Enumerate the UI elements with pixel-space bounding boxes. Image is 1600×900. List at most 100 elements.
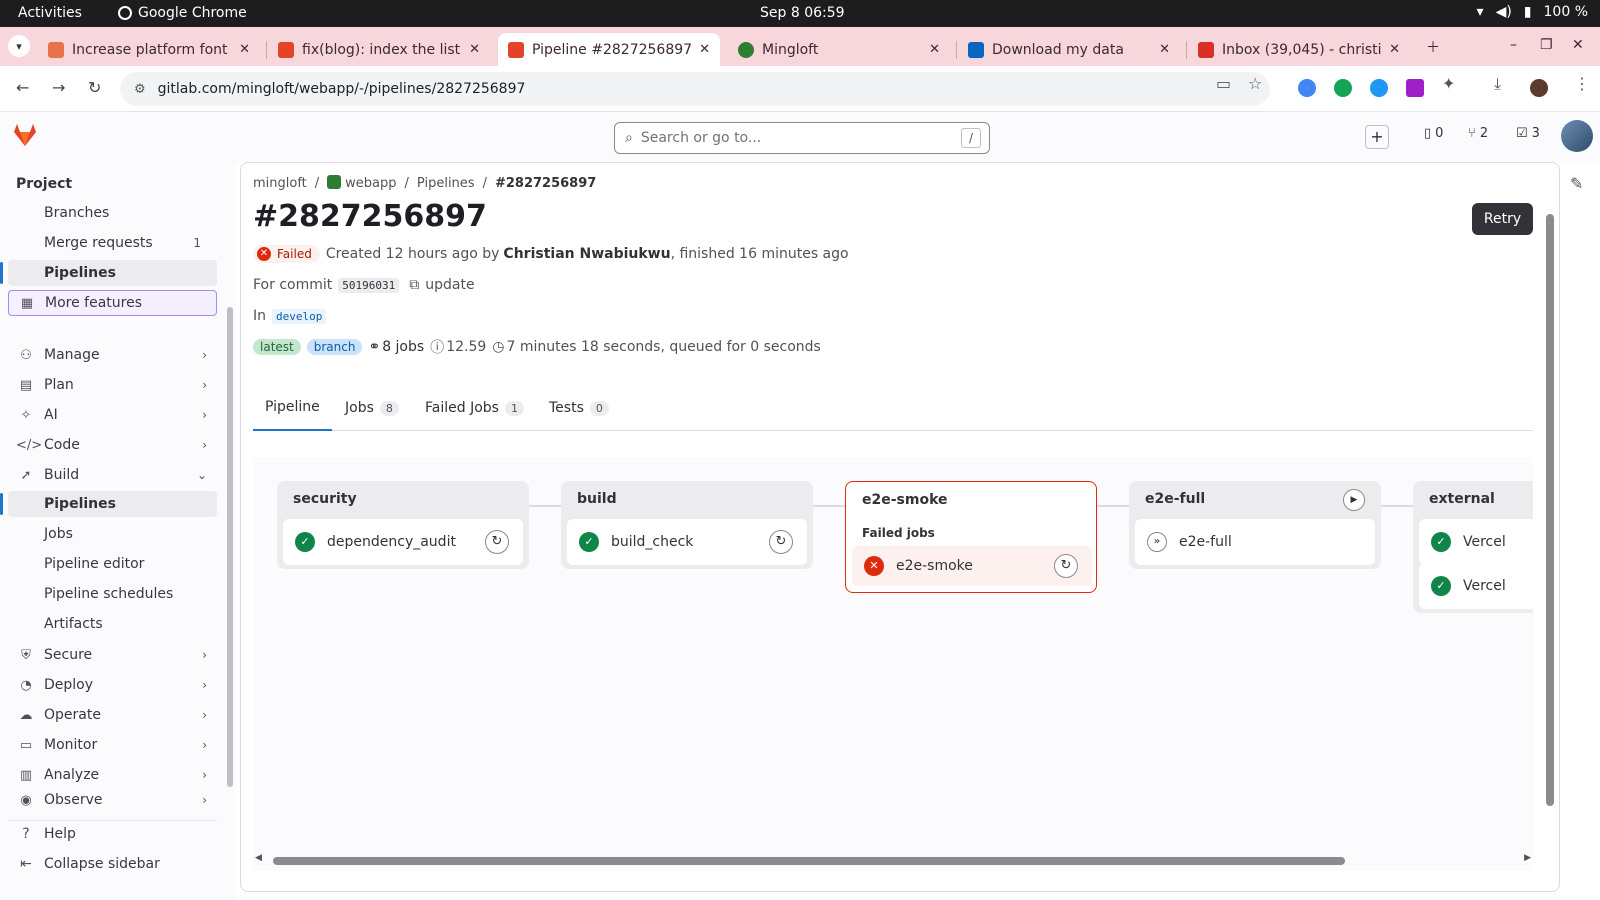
page-scrollbar-thumb[interactable] xyxy=(1546,214,1554,806)
author-link[interactable]: Christian Nwabiukwu xyxy=(503,246,670,262)
sidebar-item-pipeline-schedules[interactable]: Pipeline schedules xyxy=(8,581,217,607)
downloads-icon[interactable]: ⤓ xyxy=(1494,74,1501,94)
browser-tab[interactable]: Mingloft ✕ xyxy=(728,33,950,66)
job-vercel[interactable]: ✓ Vercel xyxy=(1419,519,1533,565)
address-bar[interactable]: ⚙ gitlab.com/mingloft/webapp/-/pipelines… xyxy=(120,72,1270,106)
grammarly-icon[interactable] xyxy=(1334,79,1352,97)
sidebar-item-manage[interactable]: ⚇ Manage › xyxy=(8,342,217,368)
sidebar-item-jobs[interactable]: Jobs xyxy=(8,521,217,547)
scroll-right-icon[interactable]: ▶ xyxy=(1524,853,1531,863)
sidebar-item-monitor[interactable]: ▭ Monitor › xyxy=(8,732,217,758)
extension-icon[interactable] xyxy=(1298,79,1316,97)
system-tray[interactable]: ▾ ◀) ▮ 100 % xyxy=(1477,4,1588,20)
job-e2e-full[interactable]: » e2e-full xyxy=(1135,519,1375,565)
scroll-left-icon[interactable]: ◀ xyxy=(255,853,262,863)
sidebar-item-code[interactable]: </> Code › xyxy=(8,432,217,458)
bookmark-star-icon[interactable]: ☆ xyxy=(1248,74,1262,93)
issues-button[interactable]: ▯ 0 xyxy=(1424,126,1443,141)
browser-tab[interactable]: fix(blog): index the listi ✕ xyxy=(268,33,490,66)
merge-requests-button[interactable]: ⑂ 2 xyxy=(1468,126,1488,141)
status-badge[interactable]: ✕ Failed xyxy=(253,245,320,263)
close-tab-icon[interactable]: ✕ xyxy=(929,42,940,57)
branch-link[interactable]: develop xyxy=(272,308,327,324)
gitlab-logo-icon[interactable] xyxy=(12,122,38,148)
minimize-icon[interactable]: – xyxy=(1510,37,1517,53)
back-icon[interactable]: ← xyxy=(16,78,29,97)
todos-button[interactable]: ☑ 3 xyxy=(1516,126,1540,141)
sidebar-item-secure[interactable]: ⛨ Secure › xyxy=(8,642,217,668)
sidebar-item-ai[interactable]: ✧ AI › xyxy=(8,402,217,428)
sidebar-item-operate[interactable]: ☁ Operate › xyxy=(8,702,217,728)
tab-jobs[interactable]: Jobs 8 xyxy=(333,385,411,431)
retry-job-icon[interactable]: ↻ xyxy=(1054,554,1078,578)
activities-button[interactable]: Activities xyxy=(18,5,82,21)
new-tab-icon[interactable]: ＋ xyxy=(1426,37,1440,57)
sidebar-item-pipelines[interactable]: Pipelines xyxy=(0,491,217,517)
breadcrumb-pipelines[interactable]: Pipelines xyxy=(417,176,475,191)
restore-icon[interactable]: ❐ xyxy=(1540,37,1553,53)
retry-job-icon[interactable]: ↻ xyxy=(485,530,509,554)
browser-tab[interactable]: Increase platform font ✕ xyxy=(38,33,260,66)
close-tab-icon[interactable]: ✕ xyxy=(239,42,250,57)
copy-icon[interactable]: ⧉ xyxy=(409,277,419,293)
app-menu[interactable]: Google Chrome xyxy=(118,5,247,21)
sidebar-item-merge-requests[interactable]: Merge requests 1 xyxy=(8,230,217,256)
play-icon[interactable]: ▶ xyxy=(1343,489,1365,511)
chrome-menu-icon[interactable]: ⋮ xyxy=(1574,74,1590,93)
breadcrumb-current[interactable]: #2827256897 xyxy=(495,176,596,191)
review-panel-icon[interactable]: ✎ xyxy=(1570,174,1583,193)
create-new-button[interactable]: + xyxy=(1365,125,1389,149)
extension-icon[interactable] xyxy=(1370,79,1388,97)
browser-tab[interactable]: Inbox (39,045) - christia ✕ xyxy=(1188,33,1410,66)
search-input[interactable]: ⌕ Search or go to... / xyxy=(614,122,990,154)
browser-tab[interactable]: Download my data ✕ xyxy=(958,33,1180,66)
job-vercel[interactable]: ✓ Vercel xyxy=(1419,563,1533,609)
ai-icon: ✧ xyxy=(20,407,32,423)
clock[interactable]: Sep 8 06:59 xyxy=(760,5,845,21)
sidebar-item-pinned-pipelines[interactable]: Pipelines xyxy=(0,260,217,286)
commit-sha-link[interactable]: 50196031 xyxy=(338,277,400,293)
graph-horizontal-scrollbar[interactable]: ◀ ▶ xyxy=(253,853,1533,865)
tab-search-icon[interactable]: ▾ xyxy=(8,35,30,57)
help-button[interactable]: ? Help xyxy=(8,820,217,846)
reload-icon[interactable]: ↻ xyxy=(88,78,101,97)
page-vertical-scrollbar[interactable] xyxy=(1546,210,1556,810)
browser-tab-active[interactable]: Pipeline #2827256897 · ✕ xyxy=(498,33,720,66)
close-tab-icon[interactable]: ✕ xyxy=(469,42,480,57)
close-tab-icon[interactable]: ✕ xyxy=(699,42,710,57)
job-dependency-audit[interactable]: ✓ dependency_audit ↻ xyxy=(283,519,523,565)
sidebar-item-branches[interactable]: Branches xyxy=(8,200,217,226)
tab-pipeline[interactable]: Pipeline xyxy=(253,385,332,431)
sidebar-item-analyze[interactable]: ▥ Analyze › xyxy=(8,762,217,788)
extensions-puzzle-icon[interactable]: ✦ xyxy=(1442,74,1455,93)
job-build-check[interactable]: ✓ build_check ↻ xyxy=(567,519,807,565)
breadcrumb-project[interactable]: webapp xyxy=(327,175,397,191)
user-avatar[interactable] xyxy=(1561,120,1593,152)
sidebar-scrollbar[interactable] xyxy=(227,207,233,787)
job-e2e-smoke[interactable]: ✕ e2e-smoke ↻ xyxy=(852,546,1092,586)
tab-failed-jobs[interactable]: Failed Jobs 1 xyxy=(413,385,536,431)
close-tab-icon[interactable]: ✕ xyxy=(1389,42,1400,57)
close-tab-icon[interactable]: ✕ xyxy=(1159,42,1170,57)
graph-scrollbar-thumb[interactable] xyxy=(273,857,1345,865)
sidebar-item-plan[interactable]: ▤ Plan › xyxy=(8,372,217,398)
sidebar-item-artifacts[interactable]: Artifacts xyxy=(8,611,217,637)
sidebar-item-pipeline-editor[interactable]: Pipeline editor xyxy=(8,551,217,577)
sidebar-item-more-features[interactable]: ▦ More features xyxy=(8,290,217,316)
url-text: gitlab.com/mingloft/webapp/-/pipelines/2… xyxy=(157,81,526,97)
forward-icon[interactable]: → xyxy=(52,78,65,97)
sidebar-scrollbar-thumb[interactable] xyxy=(227,307,233,787)
site-info-icon[interactable]: ⚙ xyxy=(134,82,146,97)
close-window-icon[interactable]: ✕ xyxy=(1572,37,1584,53)
collapse-sidebar-button[interactable]: ⇤ Collapse sidebar xyxy=(8,851,217,877)
retry-button[interactable]: Retry xyxy=(1472,203,1533,235)
breadcrumb-group[interactable]: mingloft xyxy=(253,176,307,191)
sidebar-item-observe[interactable]: ◉ Observe › xyxy=(8,792,217,808)
extension-icon[interactable] xyxy=(1406,79,1424,97)
tab-tests[interactable]: Tests 0 xyxy=(537,385,621,431)
retry-job-icon[interactable]: ↻ xyxy=(769,530,793,554)
install-app-icon[interactable]: ▭ xyxy=(1216,74,1231,93)
profile-avatar[interactable] xyxy=(1530,79,1548,97)
sidebar-item-deploy[interactable]: ◔ Deploy › xyxy=(8,672,217,698)
sidebar-item-build[interactable]: ➚ Build ⌄ xyxy=(8,462,217,488)
